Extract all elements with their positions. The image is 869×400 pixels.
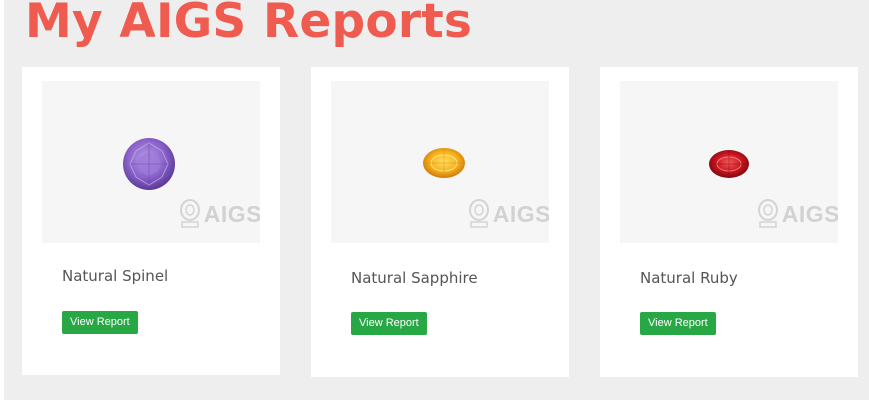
view-report-button[interactable]: View Report [640,312,716,335]
gem-name: Natural Ruby [640,269,738,287]
reports-page: My AIGS Reports AIGS Natural Spinel View… [4,0,869,400]
aigs-watermark: AIGS [757,199,838,229]
gem-photo: AIGS [331,81,549,243]
report-card-ruby: AIGS Natural Ruby View Report [600,67,858,377]
aigs-emblem-icon [179,199,200,228]
yellow-oval-gem-icon [423,148,465,178]
purple-round-gem-icon [123,138,175,190]
aigs-watermark: AIGS [179,199,260,229]
aigs-emblem-icon [757,199,778,228]
view-report-button[interactable]: View Report [351,312,427,335]
page-title: My AIGS Reports [25,0,473,49]
watermark-text: AIGS [492,200,549,227]
gem-name: Natural Sapphire [351,269,478,287]
report-card-spinel: AIGS Natural Spinel View Report [22,67,280,375]
aigs-emblem-icon [468,199,489,228]
gem-name: Natural Spinel [62,267,169,285]
gem-photo: AIGS [42,81,260,243]
watermark-text: AIGS [781,200,838,227]
watermark-text: AIGS [203,200,260,227]
aigs-watermark: AIGS [468,199,549,229]
report-card-sapphire: AIGS Natural Sapphire View Report [311,67,569,377]
red-oval-gem-icon [709,150,749,178]
gem-photo: AIGS [620,81,838,243]
view-report-button[interactable]: View Report [62,311,138,334]
